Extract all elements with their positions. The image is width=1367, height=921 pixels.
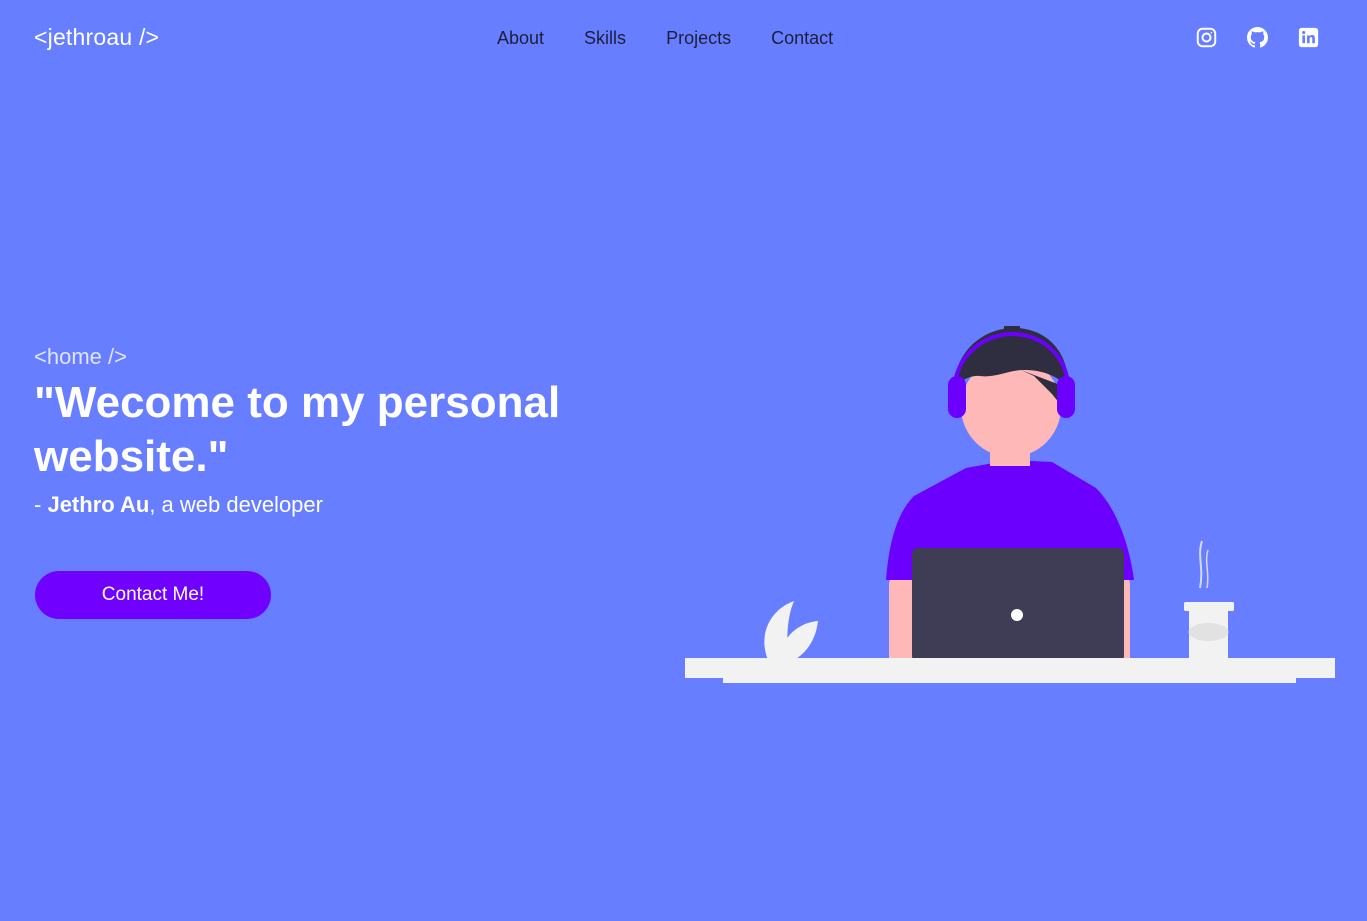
hero-byline: - Jethro Au, a web developer <box>34 492 594 518</box>
instagram-icon[interactable] <box>1196 27 1217 48</box>
social-links <box>1196 27 1319 48</box>
main-nav: About Skills Projects Contact <box>497 28 833 49</box>
hero-section: <home /> "Wecome to my personal website.… <box>34 344 594 518</box>
author-name: Jethro Au <box>47 492 150 517</box>
nav-link-projects[interactable]: Projects <box>666 28 731 49</box>
linkedin-icon[interactable] <box>1298 27 1319 48</box>
contact-me-button[interactable]: Contact Me! <box>35 571 271 619</box>
developer-illustration <box>685 326 1335 683</box>
section-tag: <home /> <box>34 344 127 369</box>
nav-link-skills[interactable]: Skills <box>584 28 626 49</box>
hero-headline: "Wecome to my personal website." <box>34 378 561 481</box>
byline-prefix: - <box>34 492 48 517</box>
nav-link-contact[interactable]: Contact <box>771 28 833 49</box>
github-icon[interactable] <box>1247 27 1268 48</box>
byline-role: , a web developer <box>149 492 323 517</box>
site-logo[interactable]: <jethroau /> <box>34 24 159 51</box>
nav-link-about[interactable]: About <box>497 28 544 49</box>
